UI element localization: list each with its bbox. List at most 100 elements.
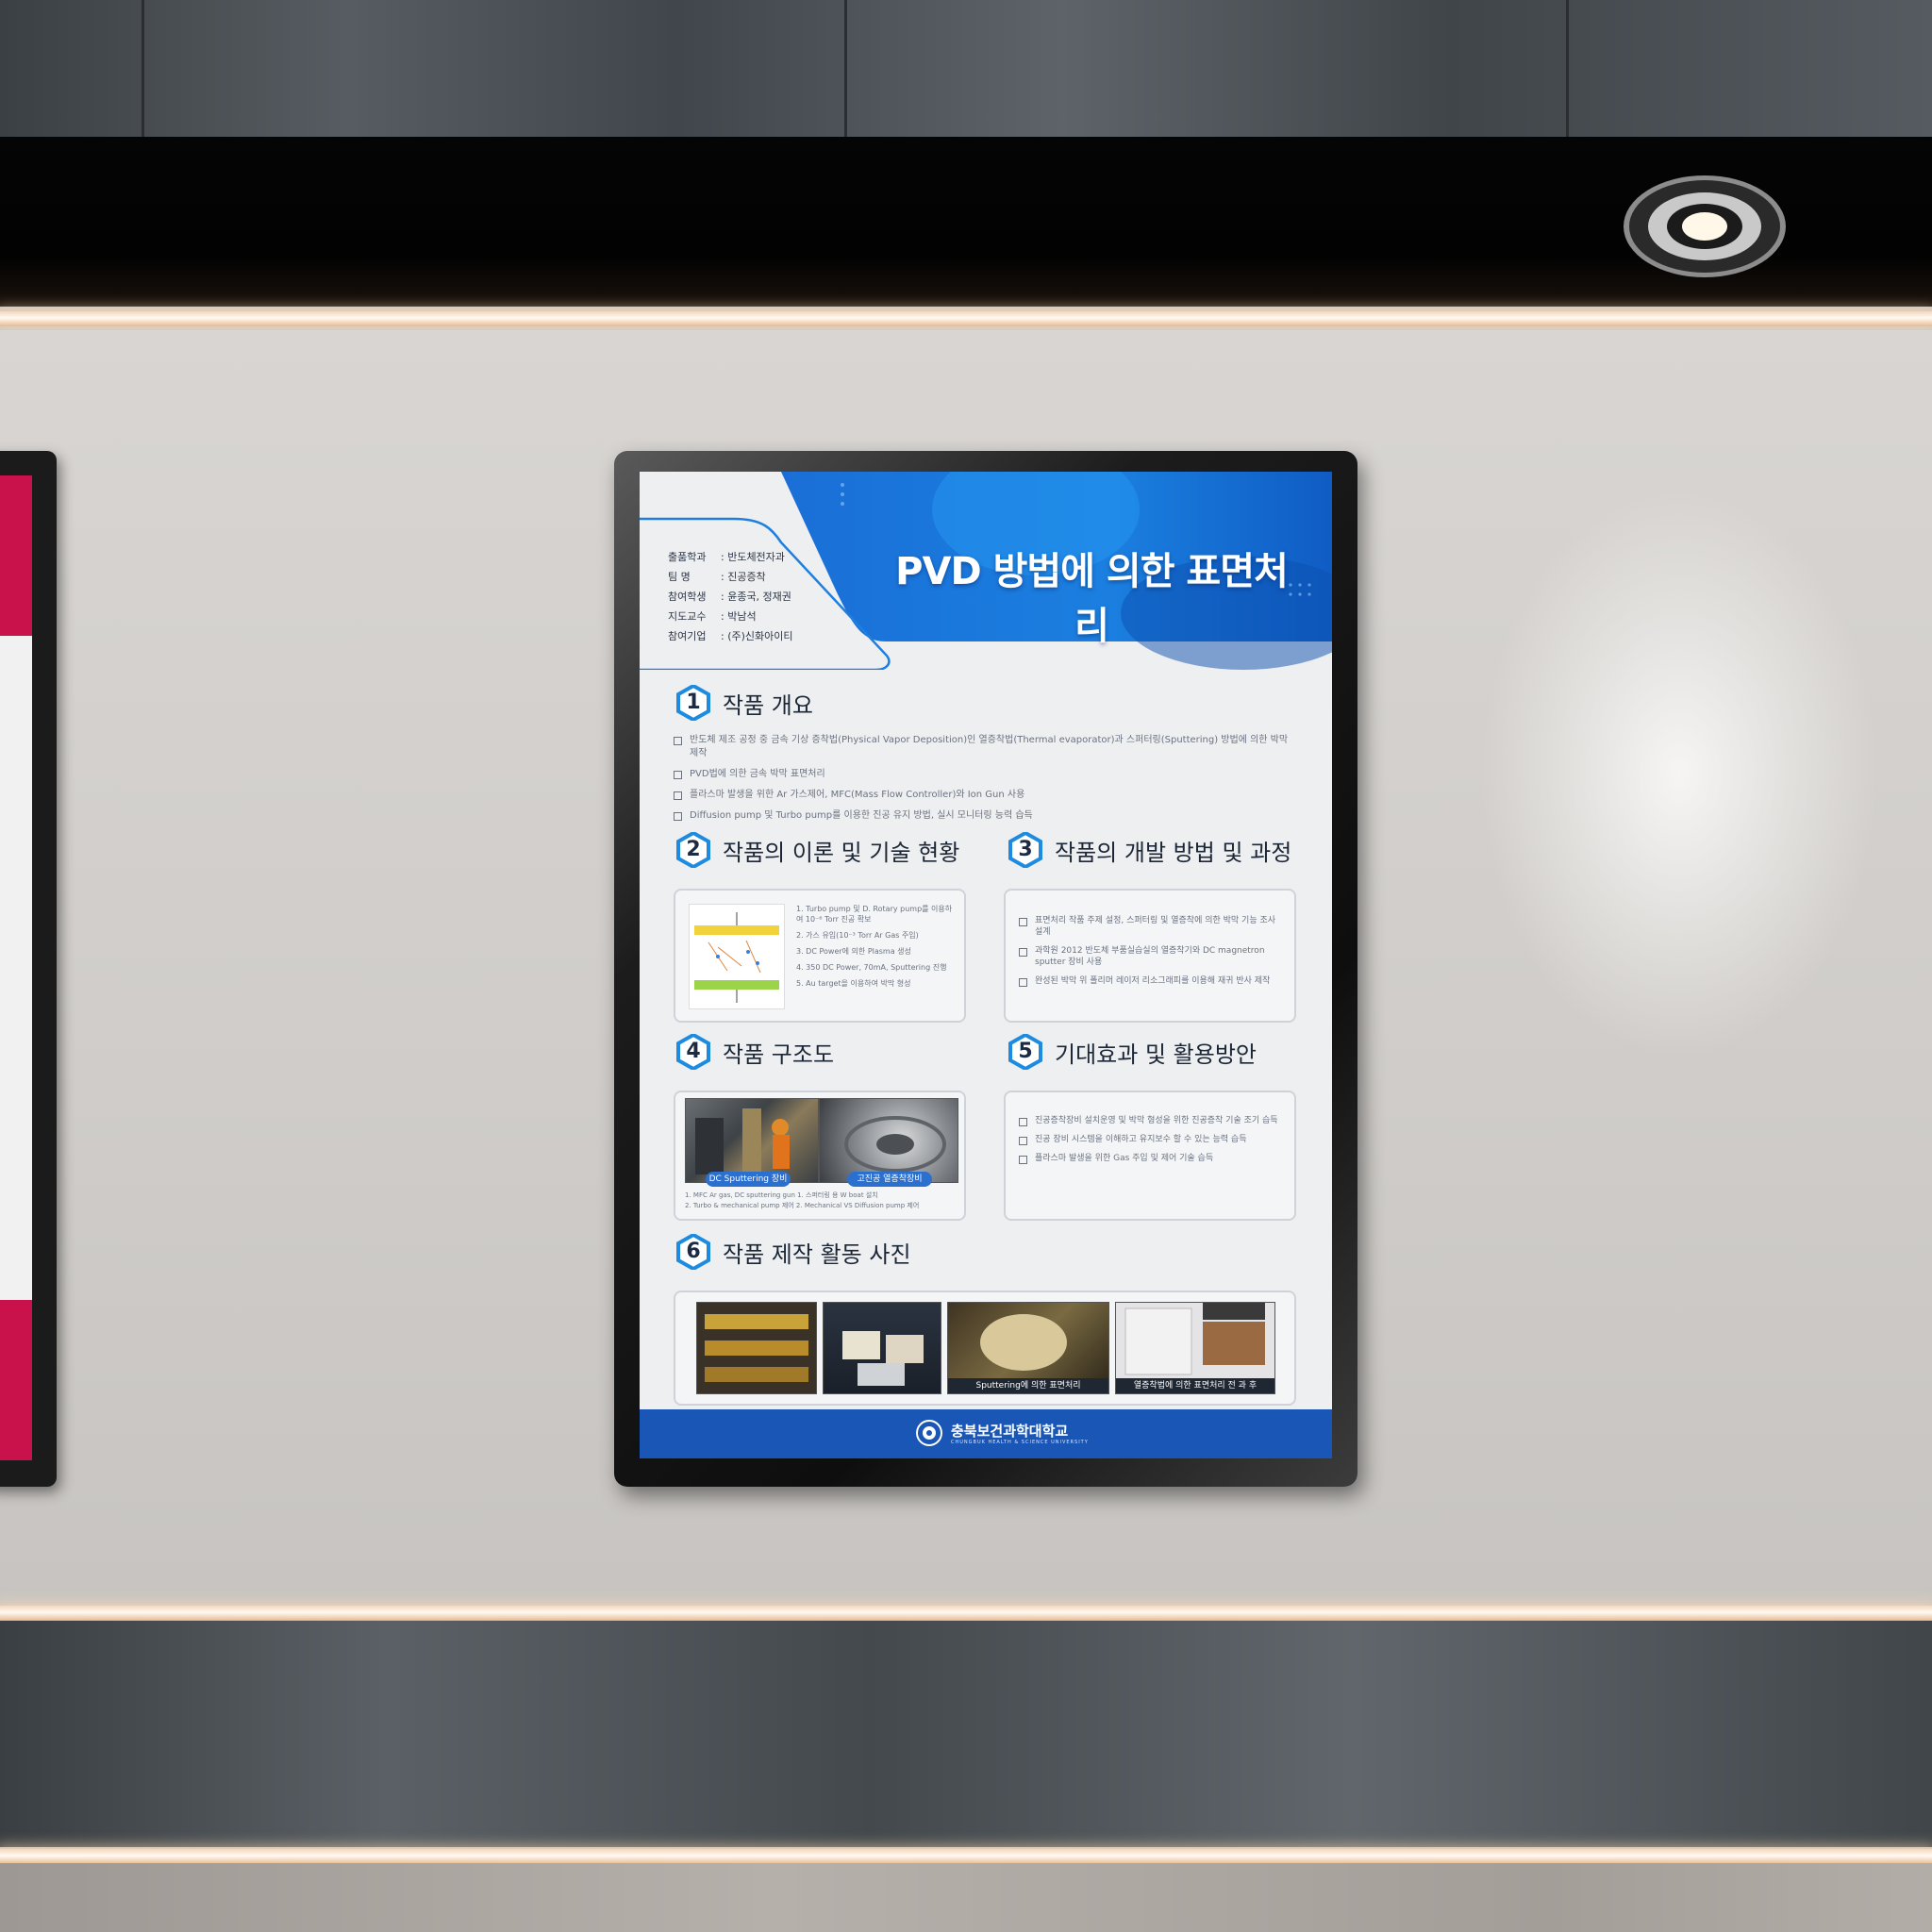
info-value: : 박남석 bbox=[721, 610, 757, 623]
university-name: 충북보건과학대학교 bbox=[951, 1423, 1069, 1440]
bullet-text: Diffusion pump 및 Turbo pump를 이용한 진공 유지 방… bbox=[690, 810, 1033, 821]
info-row: 팀 명: 진공증착 bbox=[668, 567, 793, 587]
gold-plates-photo bbox=[696, 1302, 817, 1394]
info-key: 출품학과 bbox=[668, 551, 707, 563]
led-strip-bottom bbox=[0, 1849, 1932, 1864]
bullet-text: 과학원 2012 반도체 부품실습실의 열증착기와 DC magnetron s… bbox=[1035, 946, 1265, 967]
led-strip-top bbox=[0, 311, 1932, 326]
info-row: 참여학생: 윤종국, 정재권 bbox=[668, 587, 793, 607]
bullet-text: 플라스마 발생을 위한 Ar 가스제어, MFC(Mass Flow Contr… bbox=[690, 790, 1025, 800]
bullet-text: 1. Turbo pump 및 D. Rotary pump를 이용하여 10⁻… bbox=[796, 905, 953, 924]
bullet-text: 반도체 제조 공정 중 금속 기상 증착법(Physical Vapor Dep… bbox=[690, 735, 1289, 758]
chamber-photo-graphic bbox=[844, 1116, 946, 1173]
photos-panel: Sputtering에 의한 표면처리 열증착법에 의한 표면처리 전 과 후 bbox=[674, 1291, 1296, 1406]
poster-title: PVD 방법에 의한 표면처리 bbox=[895, 550, 1289, 648]
hexagon-number-icon: 3 bbox=[1008, 832, 1043, 868]
bullet-item: 플라스마 발생을 위한 Ar 가스제어, MFC(Mass Flow Contr… bbox=[674, 789, 1296, 802]
photo-caption: Sputtering에 의한 표면처리 bbox=[948, 1378, 1108, 1393]
hexagon-number-icon: 4 bbox=[675, 1034, 711, 1070]
marble-seam bbox=[844, 0, 847, 142]
hexagon-number-icon: 2 bbox=[675, 832, 711, 868]
section-number: 6 bbox=[686, 1240, 701, 1263]
neighbor-poster bbox=[0, 475, 32, 1460]
section-title: 작품의 개발 방법 및 과정 bbox=[1055, 839, 1292, 866]
info-value: : (주)신화아이티 bbox=[721, 630, 793, 642]
bullet-item: 표면처리 작품 주제 설정, 스퍼터링 및 열증착에 의한 박막 기능 조사 설… bbox=[1019, 915, 1283, 938]
neighbor-poster-band bbox=[0, 475, 32, 636]
gold-plates-graphic bbox=[705, 1314, 808, 1382]
led-strip-middle bbox=[0, 1606, 1932, 1621]
bullet-square-icon bbox=[674, 737, 682, 745]
bullet-square-icon bbox=[1019, 1137, 1027, 1145]
bullet-text: 2. 가스 유입(10⁻³ Torr Ar Gas 주입) bbox=[796, 931, 919, 940]
bullet-item: 플라스마 발생을 위한 Gas 주입 및 제어 기술 습득 bbox=[1019, 1153, 1283, 1164]
bullet-square-icon bbox=[1019, 948, 1027, 957]
info-key: 참여학생 bbox=[668, 591, 707, 603]
effects-panel: 진공증착장비 설치운영 및 박막 형성을 위한 진공증착 기술 조기 습득 진공… bbox=[1004, 1091, 1296, 1221]
hexagon-number-icon: 1 bbox=[675, 685, 711, 721]
poster: 출품학과 : 반도체전자과 팀 명: 진공증착 참여학생: 윤종국, 정재권 지도… bbox=[640, 472, 1332, 1458]
university-emblem-icon bbox=[916, 1420, 942, 1446]
floor-tile bbox=[0, 1863, 1932, 1932]
bullet-text: 4. 350 DC Power, 70mA, Sputtering 진행 bbox=[796, 963, 947, 972]
section-heading-4: 4 작품 구조도 bbox=[675, 1034, 834, 1070]
photo-caption: 열증착법에 의한 표면처리 전 과 후 bbox=[1116, 1378, 1274, 1393]
info-key: 참여기업 bbox=[668, 630, 707, 642]
sputtering-diagram bbox=[689, 904, 785, 1009]
bullet-text: PVD법에 의한 금속 박막 표면처리 bbox=[690, 769, 825, 779]
section-heading-3: 3 작품의 개발 방법 및 과정 bbox=[1008, 832, 1291, 868]
glass-samples-photo bbox=[823, 1302, 941, 1394]
bullet-square-icon bbox=[1019, 978, 1027, 987]
structure-label-left: DC Sputtering 장비 bbox=[706, 1172, 791, 1187]
bullet-square-icon bbox=[674, 791, 682, 800]
bullet-text: 완성된 박막 위 폴리머 레이저 리소그래피를 이용해 재귀 반사 제작 bbox=[1035, 976, 1271, 986]
effects-bullets: 진공증착장비 설치운영 및 박막 형성을 위한 진공증착 기술 조기 습득 진공… bbox=[1019, 1115, 1283, 1172]
bullet-text: 진공증착장비 설치운영 및 박막 형성을 위한 진공증착 기술 조기 습득 bbox=[1035, 1116, 1278, 1125]
section-heading-6: 6 작품 제작 활동 사진 bbox=[675, 1234, 911, 1270]
floor-marble bbox=[0, 1621, 1932, 1847]
marble-seam bbox=[1566, 0, 1569, 142]
info-value: : 진공증착 bbox=[721, 571, 766, 583]
sputtering-result-graphic bbox=[980, 1314, 1067, 1371]
bullet-item: 완성된 박막 위 폴리머 레이저 리소그래피를 이용해 재귀 반사 제작 bbox=[1019, 975, 1283, 987]
bullet-item: 진공증착장비 설치운영 및 박막 형성을 위한 진공증착 기술 조기 습득 bbox=[1019, 1115, 1283, 1126]
bullet-square-icon bbox=[1019, 1156, 1027, 1164]
marble-seam bbox=[142, 0, 144, 142]
before-after-graphic bbox=[1124, 1303, 1265, 1375]
section-number: 2 bbox=[686, 838, 701, 861]
bullet-square-icon bbox=[674, 771, 682, 779]
equipment-photo-graphic bbox=[695, 1108, 790, 1174]
section-title: 작품 제작 활동 사진 bbox=[723, 1241, 911, 1268]
section-title: 작품 개요 bbox=[723, 691, 813, 719]
ceiling-spotlight bbox=[1624, 175, 1786, 277]
bullet-square-icon bbox=[1019, 1118, 1027, 1126]
section-title: 기대효과 및 활용방안 bbox=[1055, 1041, 1257, 1068]
structure-panel: DC Sputtering 장비 고진공 열증착장비 1. MFC Ar gas… bbox=[674, 1091, 966, 1221]
glass-samples-graphic bbox=[842, 1331, 924, 1386]
info-value: : 반도체전자과 bbox=[721, 551, 785, 563]
bullet-item: 진공 장비 시스템을 이해하고 유지보수 할 수 있는 능력 습득 bbox=[1019, 1134, 1283, 1145]
section-number: 5 bbox=[1018, 1040, 1033, 1063]
university-name-english: CHUNGBUK HEALTH & SCIENCE UNIVERSITY bbox=[951, 1440, 1089, 1445]
theory-panel: 1. Turbo pump 및 D. Rotary pump를 이용하여 10⁻… bbox=[674, 889, 966, 1023]
overview-bullets: 반도체 제조 공정 중 금속 기상 증착법(Physical Vapor Dep… bbox=[674, 734, 1296, 830]
bullet-text: 5. Au target을 이용하여 박막 형성 bbox=[796, 979, 911, 988]
sputtering-equipment-photo bbox=[685, 1098, 819, 1183]
bullet-text: 진공 장비 시스템을 이해하고 유지보수 할 수 있는 능력 습득 bbox=[1035, 1135, 1247, 1144]
section-heading-2: 2 작품의 이론 및 기술 현황 bbox=[675, 832, 959, 868]
structure-caption: 1. MFC Ar gas, DC sputtering gun 1. 스퍼터링… bbox=[685, 1191, 878, 1199]
bullet-item: 반도체 제조 공정 중 금속 기상 증착법(Physical Vapor Dep… bbox=[674, 734, 1296, 760]
hexagon-number-icon: 5 bbox=[1008, 1034, 1043, 1070]
poster-info-block: 출품학과 : 반도체전자과 팀 명: 진공증착 참여학생: 윤종국, 정재권 지도… bbox=[668, 547, 793, 646]
bullet-text: 표면처리 작품 주제 설정, 스퍼터링 및 열증착에 의한 박막 기능 조사 설… bbox=[1035, 916, 1276, 937]
structure-captions: 1. MFC Ar gas, DC sputtering gun 1. 스퍼터링… bbox=[685, 1191, 958, 1211]
info-key: 지도교수 bbox=[668, 610, 707, 623]
evaporator-chamber-photo bbox=[819, 1098, 958, 1183]
section-number: 1 bbox=[686, 691, 701, 714]
theory-bullets: 1. Turbo pump 및 D. Rotary pump를 이용하여 10⁻… bbox=[796, 904, 957, 994]
section-title: 작품의 이론 및 기술 현황 bbox=[723, 839, 960, 866]
bullet-item: PVD법에 의한 금속 박막 표면처리 bbox=[674, 768, 1296, 781]
bullet-text: 플라스마 발생을 위한 Gas 주입 및 제어 기술 습득 bbox=[1035, 1154, 1214, 1163]
neighbor-poster-frame bbox=[0, 451, 57, 1487]
bullet-text: 3. DC Power에 의한 Plasma 생성 bbox=[796, 947, 911, 956]
